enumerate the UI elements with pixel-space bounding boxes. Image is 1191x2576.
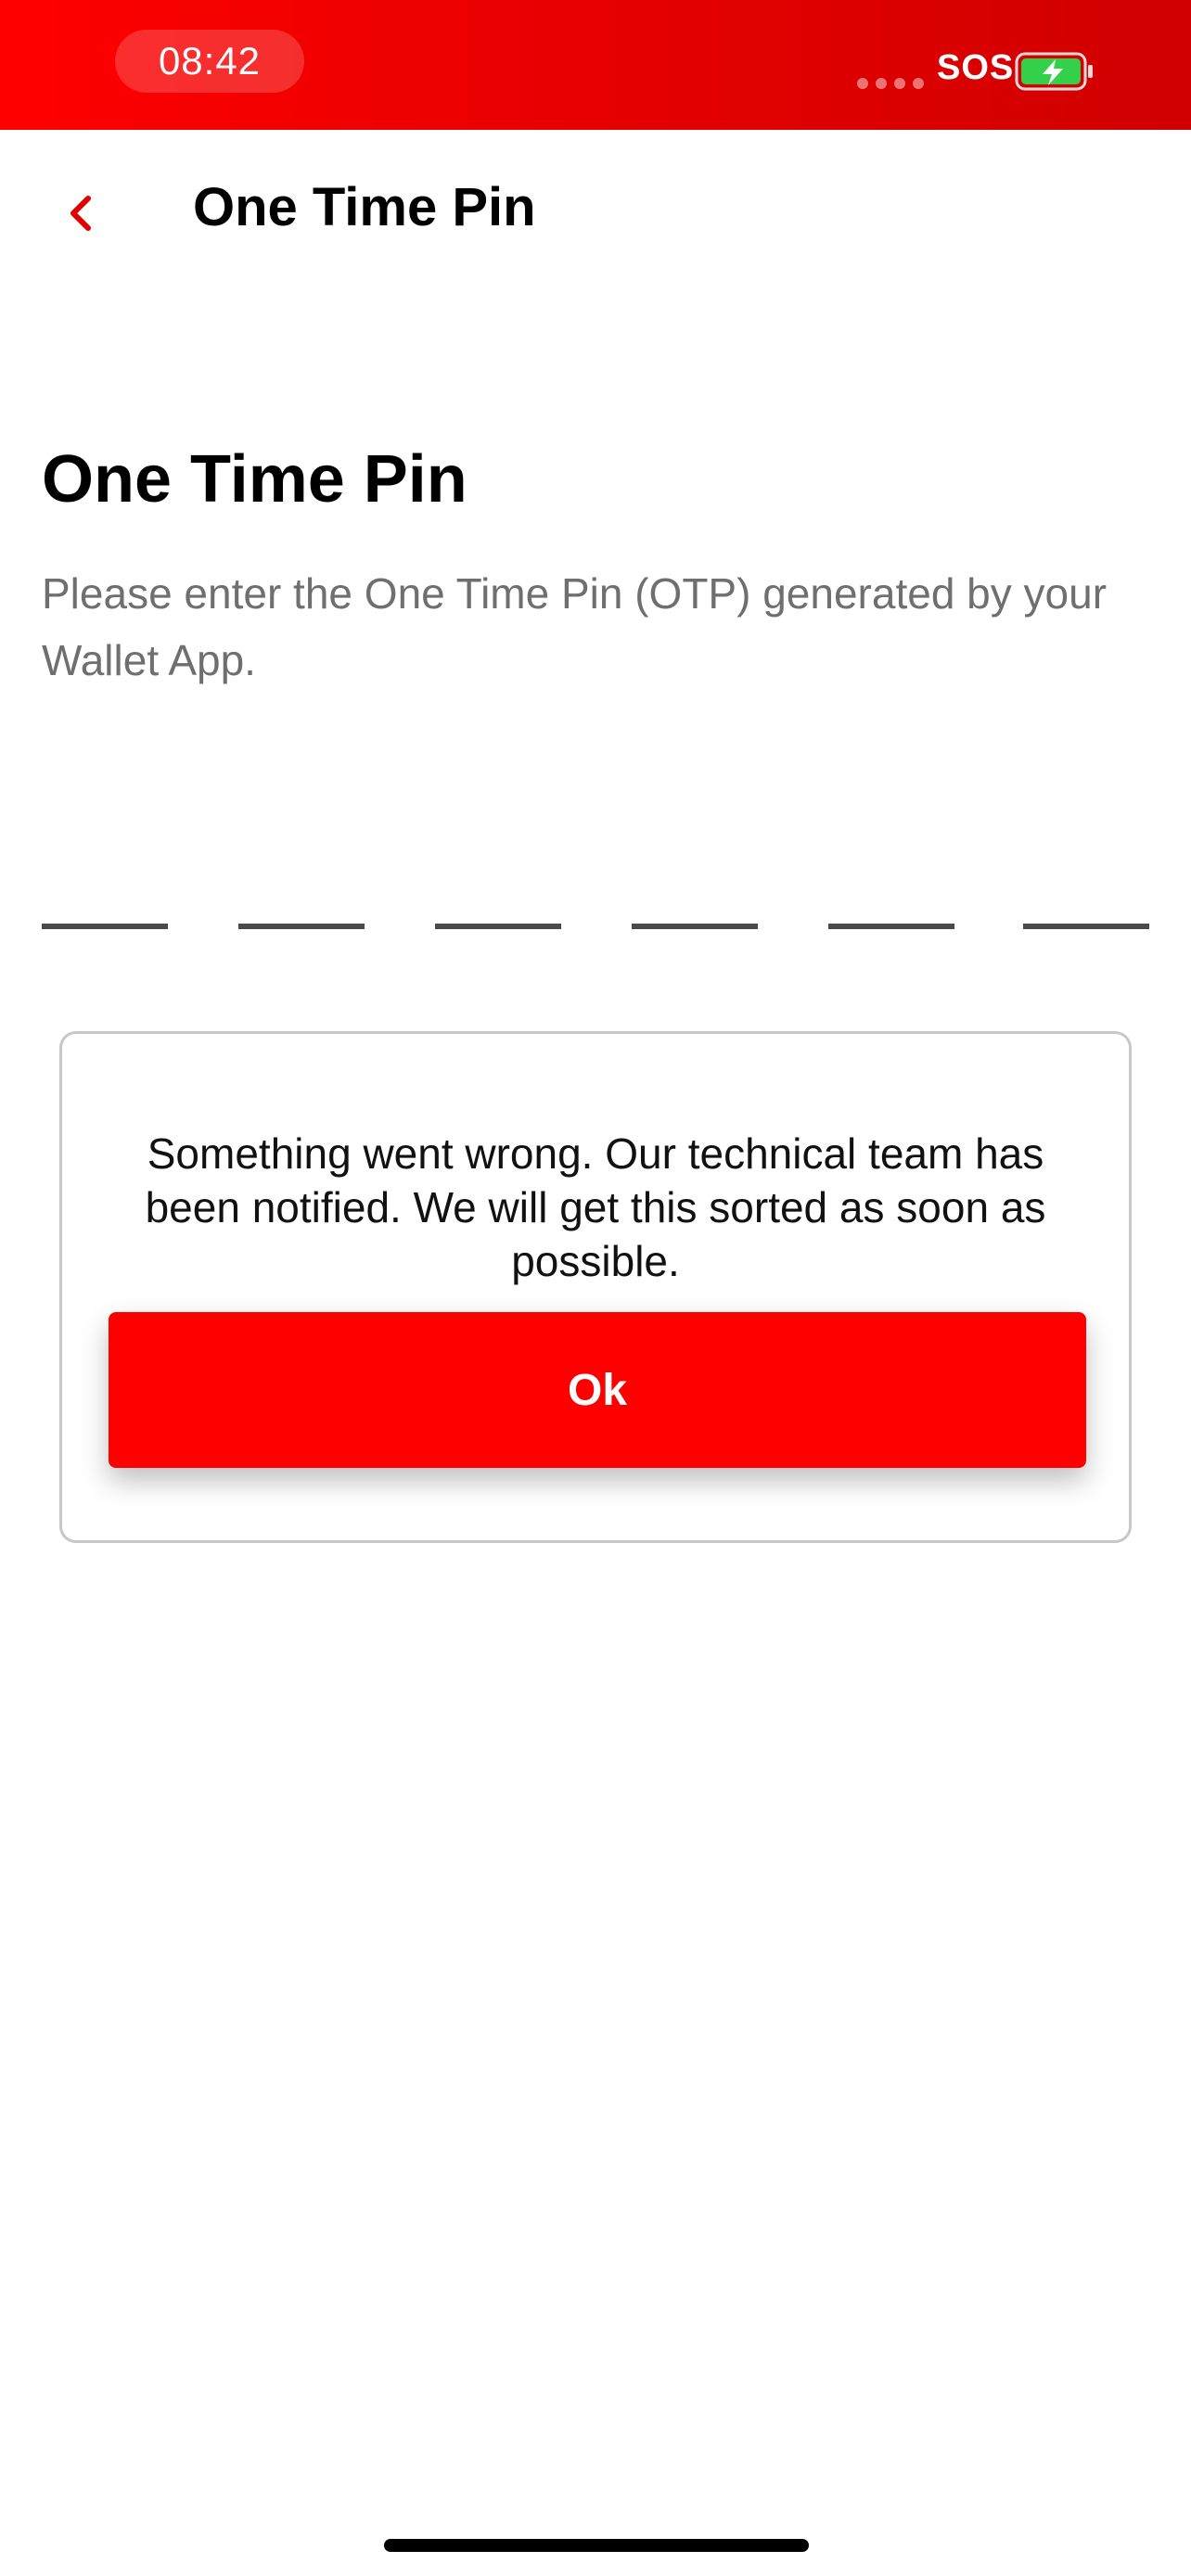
otp-instructions: Please enter the One Time Pin (OTP) gene… xyxy=(42,569,1108,684)
cellular-signal-icon xyxy=(857,78,924,89)
otp-digit-slot[interactable] xyxy=(435,924,561,929)
nav-title: One Time Pin xyxy=(193,177,536,237)
error-message: Something went wrong. Our technical team… xyxy=(145,1129,1046,1285)
otp-digit-slot[interactable] xyxy=(632,924,758,929)
ok-button[interactable]: Ok xyxy=(109,1312,1086,1468)
chevron-left-icon xyxy=(70,196,91,231)
otp-digit-slot[interactable] xyxy=(42,924,168,929)
status-bar: 08:42 SOS xyxy=(0,0,1191,130)
battery-charging-icon xyxy=(1015,52,1093,91)
home-indicator[interactable] xyxy=(384,2539,809,2552)
otp-digit-slot[interactable] xyxy=(1023,924,1149,929)
otp-digit-slot[interactable] xyxy=(238,924,365,929)
error-dialog: Something went wrong. Our technical team… xyxy=(59,1031,1132,1543)
status-time: 08:42 xyxy=(115,30,304,93)
otp-digit-slot[interactable] xyxy=(828,924,954,929)
nav-bar: One Time Pin xyxy=(0,130,1191,287)
page-heading: One Time Pin xyxy=(42,442,467,516)
back-button[interactable] xyxy=(52,185,108,241)
sos-label: SOS xyxy=(937,48,1015,87)
otp-input[interactable] xyxy=(42,924,1149,935)
